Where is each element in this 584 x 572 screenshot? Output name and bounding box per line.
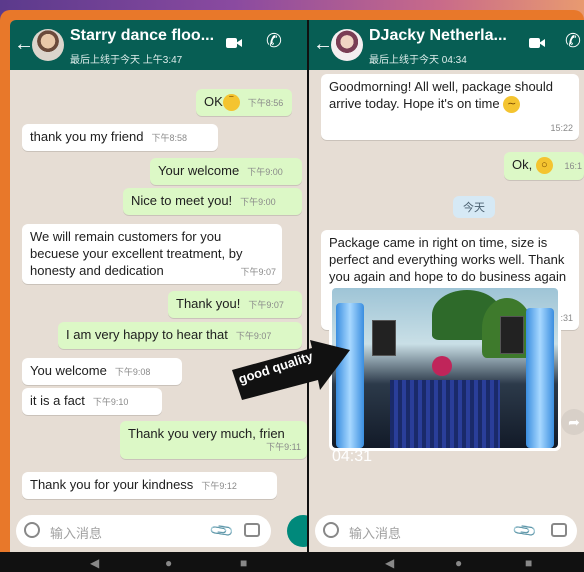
input-placeholder: 输入消息 [50,526,103,541]
message-input-bar: 输入消息 📎 [309,510,584,552]
message-input-bar: 输入消息 📎 [10,510,307,552]
message-time: 下午9:11 [266,442,301,452]
video-call-icon[interactable] [226,37,242,49]
camera-icon[interactable] [244,523,260,537]
home-nav-icon[interactable]: ● [455,556,462,570]
emoji-icon[interactable] [323,522,339,538]
speaker-shape [372,320,396,356]
voice-call-icon[interactable]: ✆ [565,32,581,52]
message-bubble[interactable]: We will remain customers for you becuese… [22,224,282,284]
share-icon[interactable]: ➦ [561,409,584,435]
attach-icon[interactable]: 📎 [208,517,236,545]
home-nav-icon[interactable]: ● [165,556,172,570]
last-seen-status: 最后上线于今天 上午3:47 [70,55,183,66]
message-text: it is a fact [30,393,85,408]
message-input[interactable]: 输入消息 📎 [16,515,271,547]
speaker-shape [500,316,524,354]
message-time: 15:22 [550,123,573,133]
message-bubble[interactable]: Ok, ○ 16:1 [504,152,584,180]
message-text: Thank you for your kindness [30,477,194,492]
message-text: OK [204,94,223,109]
light-column [526,308,554,448]
message-time: 下午8:58 [151,133,187,143]
message-bubble[interactable]: OK ‾ 下午8:56 [196,89,292,116]
message-time: 下午9:07 [248,300,284,310]
back-nav-icon[interactable]: ◀ [90,556,99,570]
message-bubble[interactable]: Goodmorning! All well, package should ar… [321,74,579,140]
message-text: We will remain customers for you becuese… [30,229,243,278]
message-text: Thank you! [176,296,241,311]
attach-icon[interactable]: 📎 [511,517,539,545]
grinning-face-icon: ‾ [222,94,240,112]
date-divider: 今天 [453,196,495,218]
message-bubble[interactable]: Your welcome 下午9:00 [150,158,302,185]
video-call-icon[interactable] [529,37,545,49]
message-text: I am very happy to hear that [66,327,228,342]
message-text: Your welcome [158,163,240,178]
message-input[interactable]: 输入消息 📎 [315,515,577,547]
phone-screen: ← Starry dance floo... 最后上线于今天 上午3:47 ✆ … [10,20,584,552]
message-time: 下午9:00 [247,167,283,177]
photo-message[interactable]: 04:31 [329,285,561,465]
avatar[interactable] [32,29,64,61]
message-time: 下午9:12 [201,481,237,491]
message-bubble[interactable]: I am very happy to hear that 下午9:07 [58,322,302,349]
light-column [336,303,364,448]
input-placeholder: 输入消息 [349,526,402,541]
message-bubble[interactable]: Nice to meet you! 下午9:00 [123,188,302,215]
message-text: Ok, [512,157,533,172]
emoji-icon[interactable] [24,522,40,538]
chat-header: ← DJacky Netherla... 最后上线于今天 04:34 ✆ [309,20,584,70]
message-time: 16:1 [564,161,583,171]
confused-face-icon: ∼ [503,96,521,114]
back-arrow-icon[interactable]: ← [313,34,333,54]
recents-nav-icon[interactable]: ■ [240,556,247,570]
message-text: Nice to meet you! [131,193,233,208]
message-time: 下午9:08 [114,367,151,377]
message-text: thank you my friend [30,129,144,144]
chat-header: ← Starry dance floo... 最后上线于今天 上午3:47 ✆ [10,20,307,70]
avatar[interactable] [331,29,363,61]
system-nav-bar: ◀ ● ■ ◀ ● ■ [0,552,584,572]
back-arrow-icon[interactable]: ← [14,34,34,54]
ok-hand-icon: ○ [535,157,553,175]
mic-button[interactable] [287,515,307,547]
message-text: You welcome [30,363,107,378]
message-bubble[interactable]: Thank you for your kindness 下午9:12 [22,472,277,499]
message-time: 下午9:07 [235,331,272,341]
stage-light [432,356,452,376]
message-bubble[interactable]: thank you my friend 下午8:58 [22,124,218,151]
message-time: 下午9:00 [240,197,276,207]
message-time: 下午9:07 [240,267,276,277]
last-seen-status: 最后上线于今天 04:34 [369,55,467,66]
left-chat-panel: ← Starry dance floo... 最后上线于今天 上午3:47 ✆ … [10,20,307,552]
right-chat-panel: ← DJacky Netherla... 最后上线于今天 04:34 ✆ Goo… [309,20,584,552]
camera-icon[interactable] [551,523,567,537]
recents-nav-icon[interactable]: ■ [525,556,532,570]
message-bubble[interactable]: You welcome 下午9:08 [22,358,182,385]
contact-name[interactable]: Starry dance floo... [70,27,214,45]
message-time: 下午9:10 [92,397,129,407]
message-bubble[interactable]: Thank you! 下午9:07 [168,291,302,318]
back-nav-icon[interactable]: ◀ [385,556,394,570]
led-curtain-photo [332,288,558,448]
message-time: 04:31 [332,448,373,465]
voice-call-icon[interactable]: ✆ [266,32,282,52]
message-time: 下午8:56 [247,98,284,108]
contact-name[interactable]: DJacky Netherla... [369,27,507,45]
message-bubble[interactable]: it is a fact 下午9:10 [22,388,162,415]
message-text: Thank you very much, frien [128,426,285,441]
message-bubble[interactable]: Thank you very much, frien 下午9:11 [120,421,307,459]
dj-booth [390,380,500,448]
